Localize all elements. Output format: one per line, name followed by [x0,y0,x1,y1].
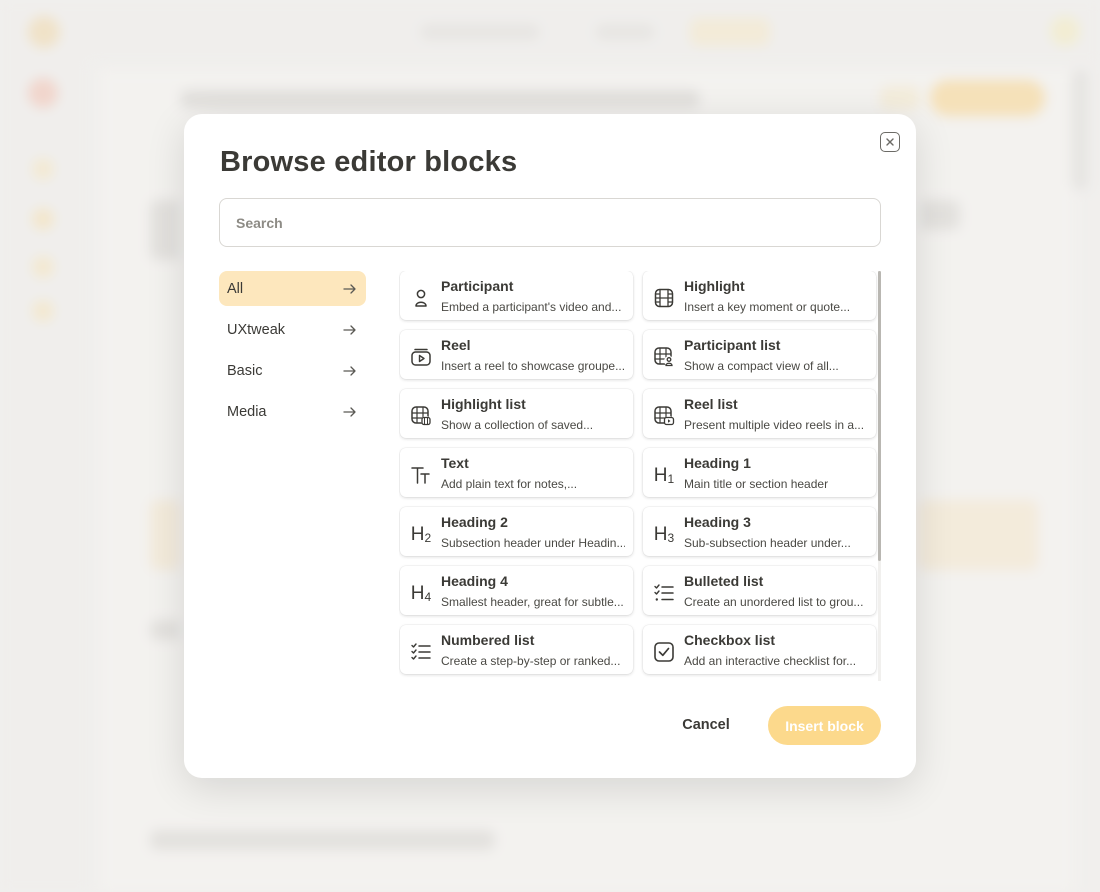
block-title: Checkbox list [684,632,776,648]
reel-list-icon [651,403,677,429]
close-button[interactable] [880,132,900,152]
block-card-highlight[interactable]: Highlight Insert a key moment or quote... [643,271,876,320]
block-title: Highlight list [441,396,526,412]
numbered-list-icon [408,639,434,665]
category-all[interactable]: All [219,271,366,306]
category-uxtweak[interactable]: UXtweak [219,312,366,347]
search-input[interactable] [219,198,881,247]
category-label: UXtweak [227,321,286,338]
cancel-button[interactable]: Cancel [667,706,745,744]
block-grid-container: Participant Embed a participant's video a… [399,271,881,681]
block-card-heading-1[interactable]: H1 Heading 1 Main title or section header [643,448,876,497]
block-description: Create an unordered list to grou... [684,595,864,609]
block-card-highlight-list[interactable]: Highlight list Show a collection of saved… [400,389,633,438]
reel-icon [408,344,434,370]
block-title: Heading 1 [684,455,751,471]
category-media[interactable]: Media [219,394,366,429]
close-icon [886,138,894,146]
block-title: Text [441,455,469,471]
participant-list-icon [651,344,677,370]
category-list: All UXtweak Basic Media [219,271,366,435]
modal-title: Browse editor blocks [220,146,518,178]
block-description: Insert a reel to showcase groupe... [441,359,625,373]
block-card-checkbox-list[interactable]: Checkbox list Add an interactive checklis… [643,625,876,674]
arrow-right-icon [343,324,356,335]
block-card-heading-3[interactable]: H3 Heading 3 Sub-subsection header under.… [643,507,876,556]
block-card-heading-2[interactable]: H2 Heading 2 Subsection header under Head… [400,507,633,556]
text-icon [408,462,434,488]
block-title: Reel list [684,396,738,412]
block-card-bulleted-list[interactable]: Bulleted list Create an unordered list to… [643,566,876,615]
block-title: Heading 2 [441,514,508,530]
bulleted-list-icon [651,580,677,606]
block-card-numbered-list[interactable]: Numbered list Create a step-by-step or ra… [400,625,633,674]
block-description: Subsection header under Headin... [441,536,625,550]
block-card-participant-list[interactable]: Participant list Show a compact view of a… [643,330,876,379]
heading-4-icon: H4 [410,582,432,604]
participant-icon [408,285,434,311]
block-title: Participant list [684,337,781,353]
block-title: Participant [441,278,514,294]
arrow-right-icon [343,365,356,376]
block-card-reel-list[interactable]: Reel list Present multiple video reels in… [643,389,876,438]
block-description: Sub-subsection header under... [684,536,851,550]
insert-block-button[interactable]: Insert block [768,706,881,745]
film-icon [651,285,677,311]
heading-1-icon: H1 [653,464,675,486]
block-card-text[interactable]: Text Add plain text for notes,... [400,448,633,497]
block-card-reel[interactable]: Reel Insert a reel to showcase groupe... [400,330,633,379]
block-card-participant[interactable]: Participant Embed a participant's video a… [400,271,633,320]
heading-2-icon: H2 [410,523,432,545]
block-card-heading-4[interactable]: H4 Heading 4 Smallest header, great for s… [400,566,633,615]
category-label: Media [227,403,267,420]
highlight-list-icon [408,403,434,429]
block-description: Embed a participant's video and... [441,300,622,314]
block-title: Heading 3 [684,514,751,530]
category-label: All [227,280,244,297]
checkbox-list-icon [651,639,677,665]
block-description: Add an interactive checklist for... [684,654,857,668]
block-title: Bulleted list [684,573,764,589]
block-description: Create a step-by-step or ranked... [441,654,621,668]
block-description: Smallest header, great for subtle... [441,595,624,609]
block-grid: Participant Embed a participant's video a… [399,271,881,674]
block-description: Show a collection of saved... [441,418,594,432]
category-label: Basic [227,362,263,379]
block-title: Highlight [684,278,745,294]
block-description: Present multiple video reels in a... [684,418,865,432]
block-title: Reel [441,337,471,353]
block-grid-scrollbar-thumb[interactable] [878,271,881,561]
block-title: Numbered list [441,632,535,648]
block-description: Main title or section header [684,477,829,491]
category-basic[interactable]: Basic [219,353,366,388]
arrow-right-icon [343,283,356,294]
browse-blocks-modal: Browse editor blocks All UXtweak Basic M… [184,114,916,778]
block-title: Heading 4 [441,573,508,589]
block-description: Show a compact view of all... [684,359,839,373]
heading-3-icon: H3 [653,523,675,545]
block-description: Add plain text for notes,... [441,477,578,491]
block-description: Insert a key moment or quote... [684,300,851,314]
arrow-right-icon [343,406,356,417]
